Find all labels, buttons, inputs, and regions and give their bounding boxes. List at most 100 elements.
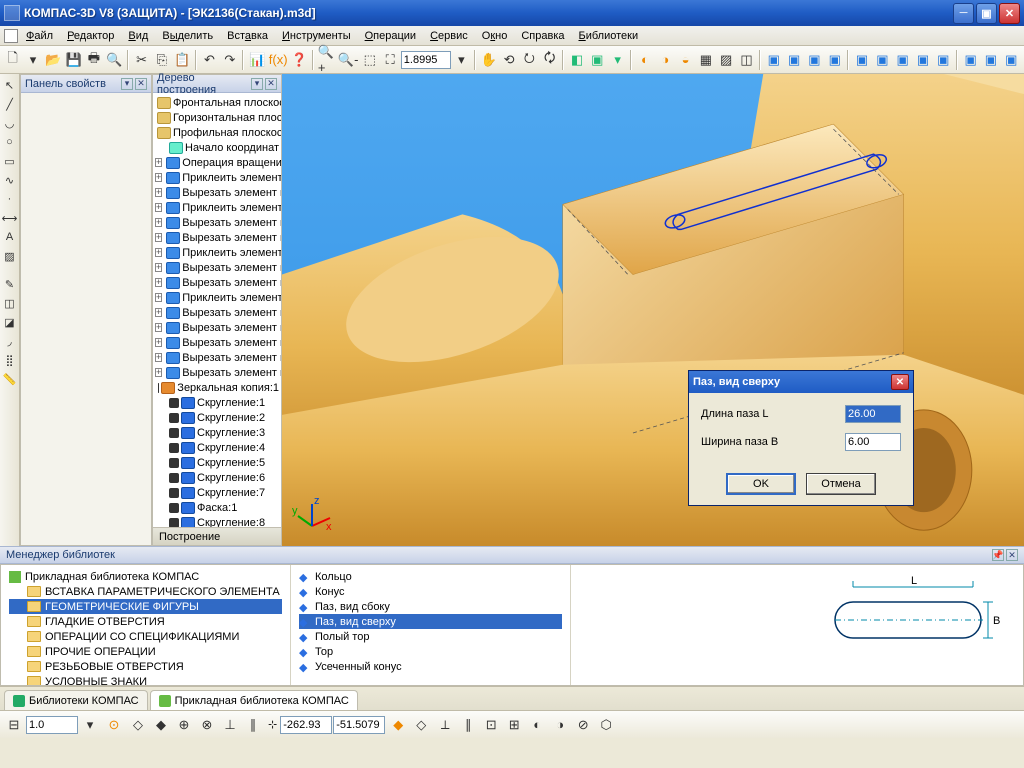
snap2-button[interactable]: ◇ <box>127 714 149 736</box>
tool-text[interactable]: A <box>1 228 19 246</box>
libmgr-close-icon[interactable]: ✕ <box>1006 549 1018 561</box>
lib-item[interactable]: ◆Паз, вид сбоку <box>299 599 562 614</box>
step-input[interactable]: 1.0 <box>26 716 78 734</box>
cancel-button[interactable]: Отмена <box>806 473 876 495</box>
tree-item[interactable]: +Вырезать элемент выда <box>155 305 279 320</box>
width-input[interactable] <box>845 433 901 451</box>
app-menu-icon[interactable] <box>4 29 18 43</box>
lib-folder[interactable]: РЕЗЬБОВЫЕ ОТВЕРСТИЯ <box>9 659 282 674</box>
zoom-in-button[interactable]: 🔍+ <box>317 49 336 71</box>
st4-button[interactable]: ∥ <box>457 714 479 736</box>
menu-service[interactable]: Сервис <box>424 28 474 44</box>
st7-button[interactable]: ◐ <box>526 714 548 736</box>
lib-folder[interactable]: ГЛАДКИЕ ОТВЕРСТИЯ <box>9 614 282 629</box>
tree-item[interactable]: Скругление:7 <box>155 485 279 500</box>
tool-array[interactable]: ⣿ <box>1 351 19 369</box>
tree-tab-build[interactable]: Построение <box>153 527 281 545</box>
coord-y[interactable]: -51.5079 <box>333 716 385 734</box>
st1-button[interactable]: ◆ <box>387 714 409 736</box>
zoom-out-button[interactable]: 🔍- <box>337 49 359 71</box>
props-close-icon[interactable]: ✕ <box>135 78 147 90</box>
paste-button[interactable]: 📋 <box>173 49 192 71</box>
tool-spline[interactable]: ∿ <box>1 171 19 189</box>
tree-close-icon[interactable]: ✕ <box>265 78 277 90</box>
tree-item[interactable]: +Вырезать элемент выда <box>155 275 279 290</box>
tool-rect[interactable]: ▭ <box>1 152 19 170</box>
shade1-button[interactable]: ◐ <box>635 49 654 71</box>
st2-button[interactable]: ◇ <box>410 714 432 736</box>
lib-folder[interactable]: ГЕОМЕТРИЧЕСКИЕ ФИГУРЫ <box>9 599 282 614</box>
tool-point[interactable]: · <box>1 190 19 208</box>
dialog-close-button[interactable]: ✕ <box>891 374 909 390</box>
tree-item[interactable]: Горизонтальная плоскос <box>155 110 279 125</box>
zoom-area-button[interactable]: ⬚ <box>360 49 379 71</box>
menu-libs[interactable]: Библиотеки <box>573 28 645 44</box>
zoom-input[interactable] <box>401 51 451 69</box>
library-tab-kompas[interactable]: Библиотеки КОМПАС <box>4 690 148 710</box>
tree-item[interactable]: Скругление:1 <box>155 395 279 410</box>
tree-item[interactable]: +Вырезать элемент выда <box>155 185 279 200</box>
st5-button[interactable]: ⊡ <box>480 714 502 736</box>
tool-sketch[interactable]: ✎ <box>1 275 19 293</box>
maximize-button[interactable]: ▣ <box>976 3 997 24</box>
shade2-button[interactable]: ◑ <box>656 49 675 71</box>
copy-button[interactable]: ⎘ <box>152 49 171 71</box>
wire2-button[interactable]: ▨ <box>717 49 736 71</box>
tree-item[interactable]: Фаска:1 <box>155 500 279 515</box>
tree-item[interactable]: Скругление:4 <box>155 440 279 455</box>
st8-button[interactable]: ◑ <box>549 714 571 736</box>
cube1-button[interactable]: ▣ <box>764 49 783 71</box>
coord-x[interactable]: -262.93 <box>280 716 332 734</box>
tree-item[interactable]: +Приклеить элемент выда <box>155 170 279 185</box>
snap6-button[interactable]: ⊥ <box>219 714 241 736</box>
tree-item[interactable]: Начало координат <box>155 140 279 155</box>
tree-item[interactable]: Скругление:6 <box>155 470 279 485</box>
step-dd[interactable]: ▾ <box>79 714 101 736</box>
st9-button[interactable]: ⊘ <box>572 714 594 736</box>
cube2-button[interactable]: ▣ <box>784 49 803 71</box>
snap7-button[interactable]: ∥ <box>242 714 264 736</box>
cube6-button[interactable]: ▣ <box>873 49 892 71</box>
st10-button[interactable]: ⬡ <box>595 714 617 736</box>
lib-folder[interactable]: ПРОЧИЕ ОПЕРАЦИИ <box>9 644 282 659</box>
cube11-button[interactable]: ▣ <box>981 49 1000 71</box>
st3-button[interactable]: ⟂ <box>434 714 456 736</box>
tool-dim[interactable]: ⟷ <box>1 209 19 227</box>
tree-pin-icon[interactable]: ▾ <box>251 78 263 90</box>
tree-item[interactable]: +Вырезать элемент выда <box>155 365 279 380</box>
cube9-button[interactable]: ▣ <box>934 49 953 71</box>
library-folders[interactable]: Прикладная библиотека КОМПАСВСТАВКА ПАРА… <box>1 565 291 685</box>
shade3-button[interactable]: ◒ <box>676 49 695 71</box>
tree-item[interactable]: Скругление:8 <box>155 515 279 527</box>
cube10-button[interactable]: ▣ <box>961 49 980 71</box>
preview-button[interactable]: 🔍 <box>105 49 124 71</box>
menu-file[interactable]: Файл <box>20 28 59 44</box>
menu-window[interactable]: Окно <box>476 28 514 44</box>
refresh-button[interactable]: 🗘 <box>540 49 559 71</box>
lib-folder[interactable]: ВСТАВКА ПАРАМЕТРИЧЕСКОГО ЭЛЕМЕНТА <box>9 584 282 599</box>
tree-item[interactable]: +Вырезать элемент выда <box>155 215 279 230</box>
props-pin-icon[interactable]: ▾ <box>121 78 133 90</box>
library-tab-applied[interactable]: Прикладная библиотека КОМПАС <box>150 690 358 710</box>
libmgr-pin-icon[interactable]: 📌 <box>992 549 1004 561</box>
snap5-button[interactable]: ⊗ <box>196 714 218 736</box>
snap3-button[interactable]: ◆ <box>150 714 172 736</box>
st6-button[interactable]: ⊞ <box>503 714 525 736</box>
vars-button[interactable]: 📊 <box>247 49 266 71</box>
tool-cut[interactable]: ◪ <box>1 313 19 331</box>
tool-fillet[interactable]: ◞ <box>1 332 19 350</box>
new-dd-button[interactable]: ▾ <box>23 49 42 71</box>
zoom-fit-button[interactable]: ⛶ <box>380 49 399 71</box>
tree-item[interactable]: +Операция вращения:1 <box>155 155 279 170</box>
feature-tree[interactable]: Фронтальная плоскостьГоризонтальная плос… <box>153 93 281 527</box>
tool-select[interactable]: ↖ <box>1 76 19 94</box>
tool-hatch[interactable]: ▨ <box>1 247 19 265</box>
view-front-button[interactable]: ▣ <box>588 49 607 71</box>
ok-button[interactable]: OK <box>726 473 796 495</box>
tool-measure[interactable]: 📏 <box>1 370 19 388</box>
snap-step-icon[interactable]: ⊟ <box>3 714 25 736</box>
menu-view[interactable]: Вид <box>122 28 154 44</box>
tree-item[interactable]: +Приклеить элемент выда <box>155 200 279 215</box>
open-button[interactable]: 📂 <box>44 49 63 71</box>
tree-item[interactable]: Скругление:2 <box>155 410 279 425</box>
